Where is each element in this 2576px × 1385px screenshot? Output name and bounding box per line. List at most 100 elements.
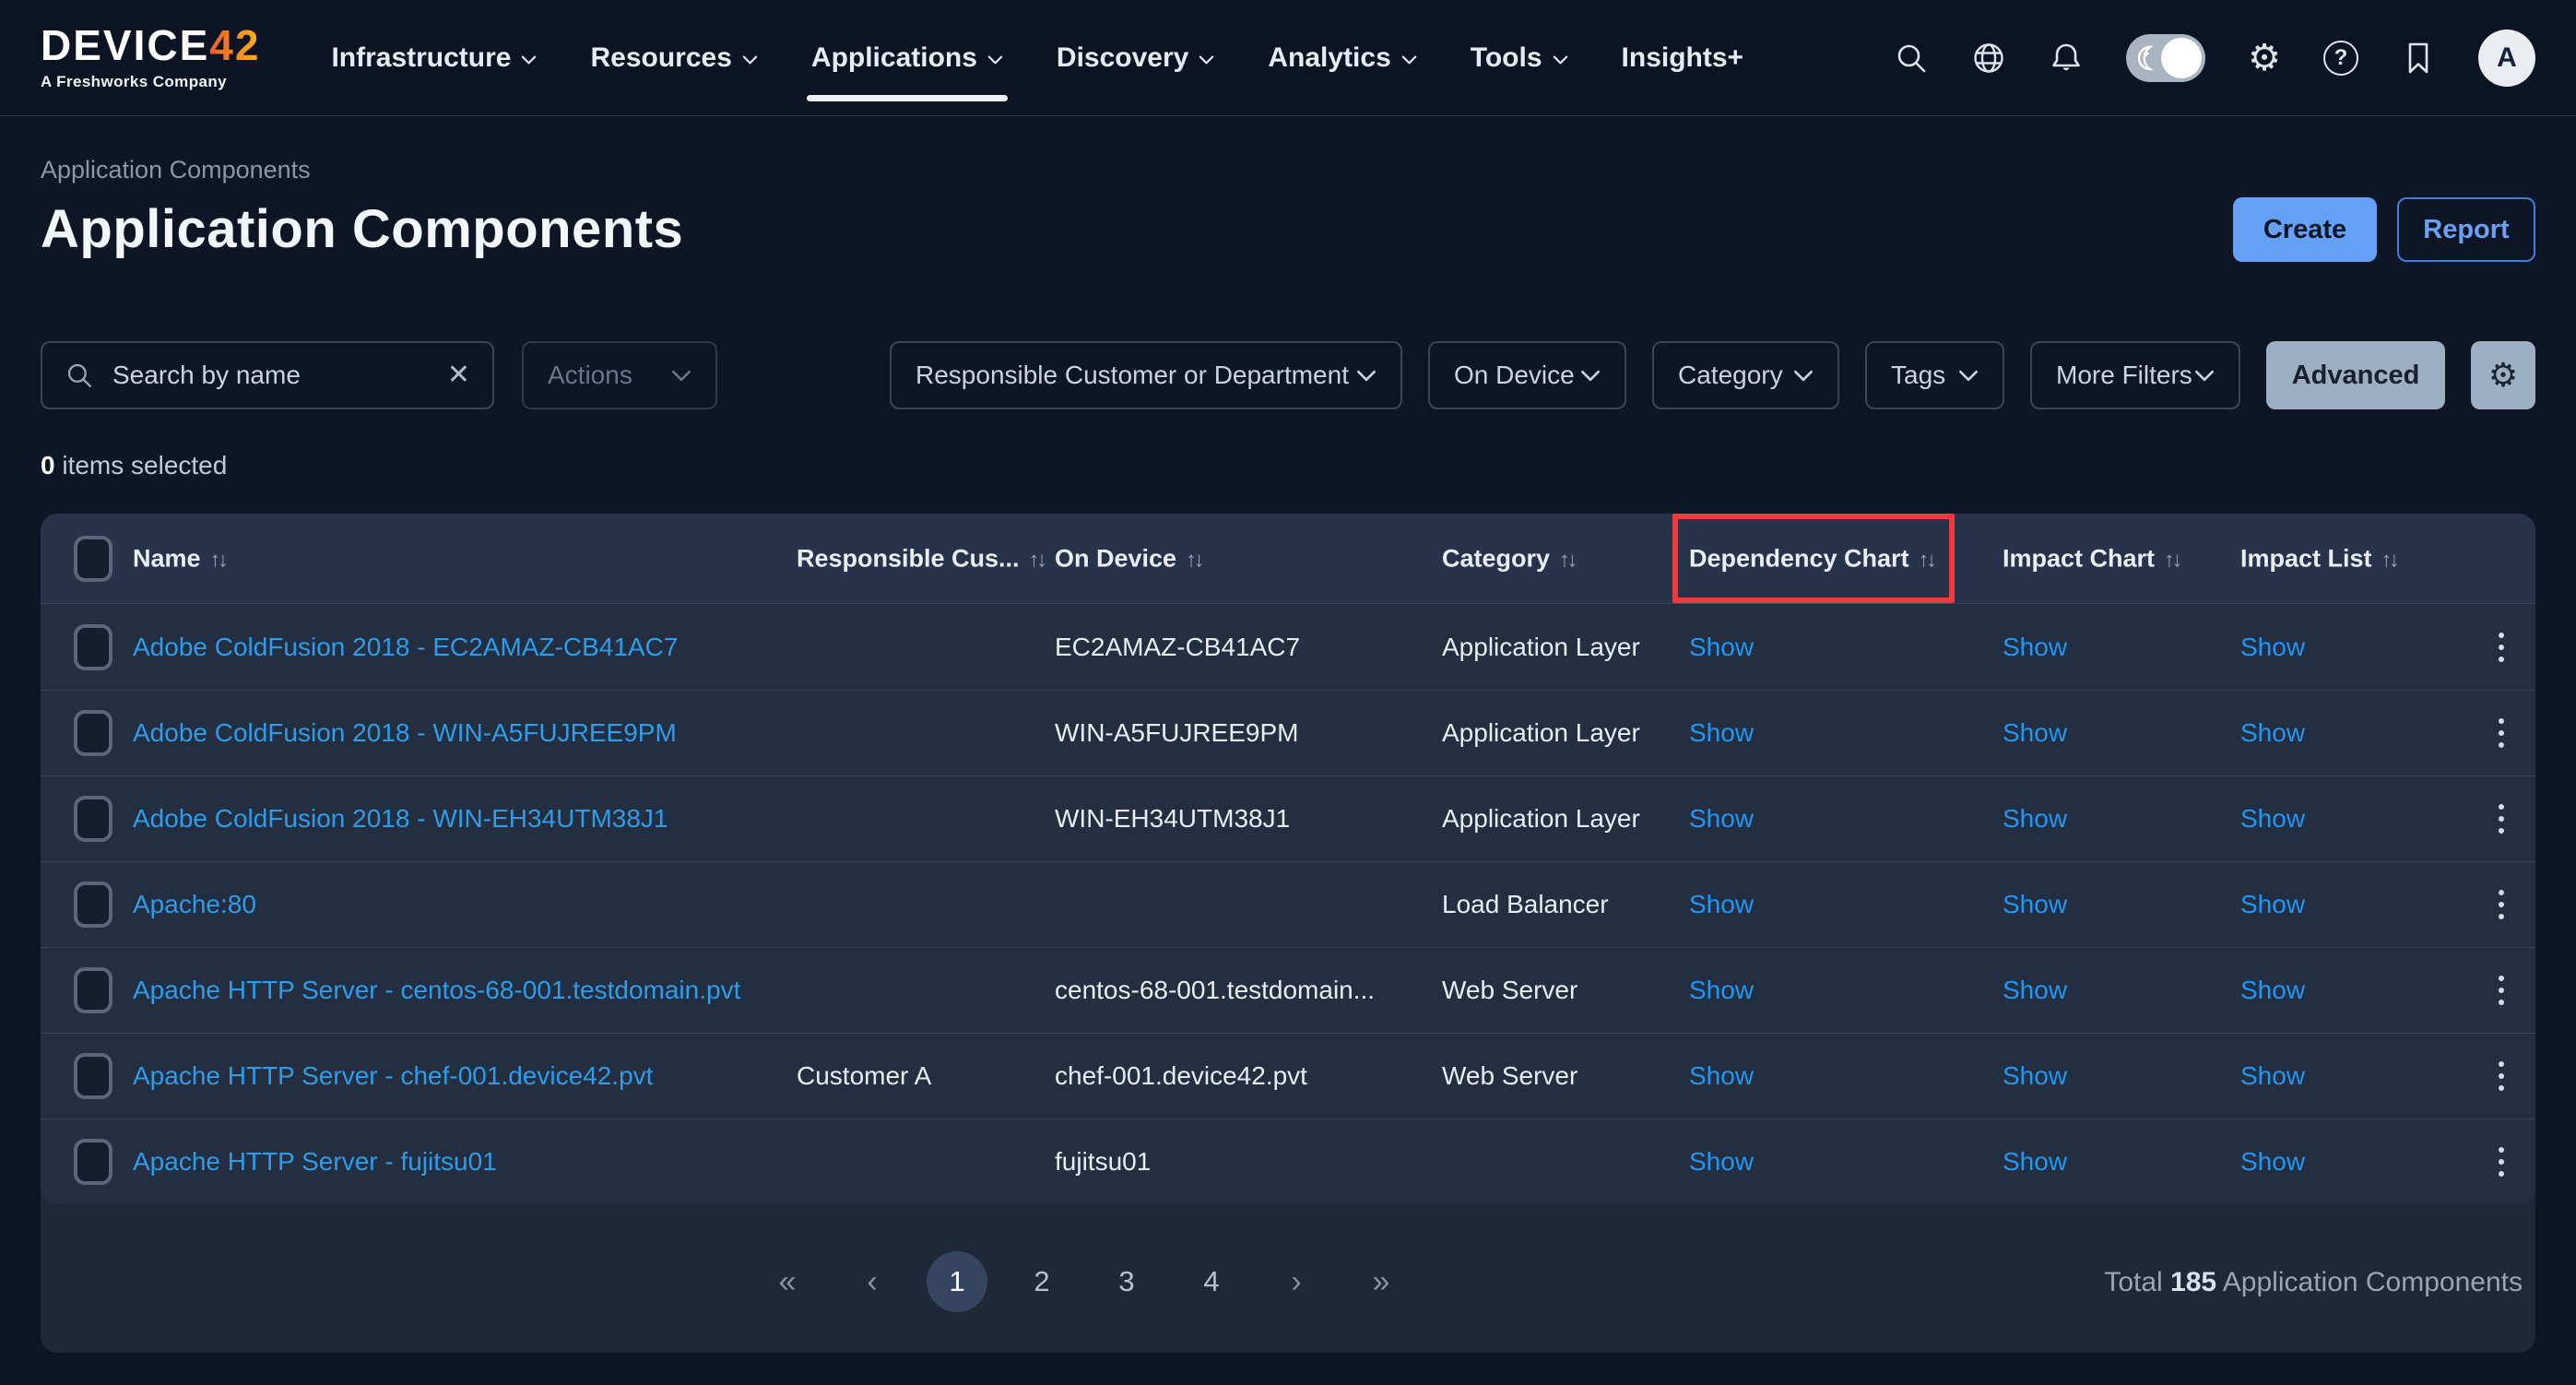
row-actions-menu-icon[interactable]: [2486, 625, 2517, 669]
column-header-responsible-customer[interactable]: Responsible Cus...↑↓: [797, 544, 1045, 573]
pagination-next-button[interactable]: ›: [1254, 1251, 1339, 1312]
nav-analytics[interactable]: Analytics: [1241, 0, 1443, 115]
table-header-row: Name↑↓ Responsible Cus...↑↓ On Device↑↓ …: [41, 514, 2535, 604]
chevron-down-icon: [2194, 370, 2215, 382]
column-header-category[interactable]: Category↑↓: [1442, 544, 1575, 573]
impact-chart-show-link[interactable]: Show: [2003, 804, 2067, 834]
impact-chart-show-link[interactable]: Show: [2003, 1061, 2067, 1091]
impact-list-show-link[interactable]: Show: [2240, 976, 2305, 1005]
nav-discovery[interactable]: Discovery: [1030, 0, 1241, 115]
filter-responsible-customer[interactable]: Responsible Customer or Department: [890, 341, 1402, 409]
sort-icon[interactable]: ↑↓: [2164, 547, 2180, 571]
impact-list-show-link[interactable]: Show: [2240, 1147, 2305, 1177]
pagination-page-4[interactable]: 4: [1169, 1251, 1254, 1312]
sort-icon[interactable]: ↑↓: [1029, 547, 1045, 571]
pagination-prev-button[interactable]: ‹: [830, 1251, 915, 1312]
dependency-chart-show-link[interactable]: Show: [1689, 633, 1754, 662]
search-icon[interactable]: [1894, 41, 1929, 76]
nav-infrastructure[interactable]: Infrastructure: [304, 0, 563, 115]
row-actions-menu-icon[interactable]: [2486, 797, 2517, 841]
create-button[interactable]: Create: [2233, 197, 2377, 262]
sort-icon[interactable]: ↑↓: [1186, 547, 1201, 571]
pagination-page-1[interactable]: 1: [915, 1251, 999, 1312]
pagination-page-2[interactable]: 2: [999, 1251, 1084, 1312]
notifications-bell-icon[interactable]: [2049, 41, 2084, 76]
nav-insights-plus[interactable]: Insights+: [1595, 0, 1771, 115]
nav-tools[interactable]: Tools: [1444, 0, 1595, 115]
row-checkbox[interactable]: [74, 624, 112, 670]
row-checkbox[interactable]: [74, 967, 112, 1013]
dependency-chart-show-link[interactable]: Show: [1689, 804, 1754, 834]
impact-list-show-link[interactable]: Show: [2240, 1061, 2305, 1091]
bookmark-icon[interactable]: [2401, 41, 2436, 76]
selection-status: 0 items selected: [41, 450, 2535, 480]
impact-list-show-link[interactable]: Show: [2240, 890, 2305, 919]
globe-icon[interactable]: [1971, 41, 2006, 76]
column-header-name[interactable]: Name↑↓: [133, 544, 226, 573]
search-input[interactable]: [111, 360, 431, 391]
row-actions-menu-icon[interactable]: [2486, 968, 2517, 1012]
impact-chart-show-link[interactable]: Show: [2003, 1147, 2067, 1177]
pagination-page-3[interactable]: 3: [1084, 1251, 1169, 1312]
pagination-last-button[interactable]: »: [1339, 1251, 1424, 1312]
settings-gear-icon[interactable]: ⚙: [2248, 40, 2281, 77]
row-checkbox[interactable]: [74, 710, 112, 756]
impact-chart-show-link[interactable]: Show: [2003, 718, 2067, 748]
sort-icon[interactable]: ↑↓: [1559, 547, 1575, 571]
row-checkbox[interactable]: [74, 1053, 112, 1099]
clear-search-icon[interactable]: ✕: [447, 361, 470, 389]
dependency-chart-show-link[interactable]: Show: [1689, 890, 1754, 919]
component-name-link[interactable]: Adobe ColdFusion 2018 - WIN-EH34UTM38J1: [133, 804, 668, 834]
filter-tags[interactable]: Tags: [1865, 341, 2004, 409]
total-count-value: 185: [2170, 1267, 2216, 1297]
dependency-chart-show-link[interactable]: Show: [1689, 976, 1754, 1005]
main-content: Application Components Application Compo…: [0, 155, 2576, 1353]
column-header-impact-chart[interactable]: Impact Chart↑↓: [2003, 544, 2180, 573]
help-icon[interactable]: ?: [2323, 41, 2358, 76]
device42-logo[interactable]: DEVICE42 A Freshworks Company: [41, 24, 260, 91]
nav-resources[interactable]: Resources: [563, 0, 784, 115]
impact-chart-show-link[interactable]: Show: [2003, 633, 2067, 662]
report-button[interactable]: Report: [2397, 197, 2535, 262]
row-checkbox[interactable]: [74, 882, 112, 928]
row-checkbox[interactable]: [74, 1139, 112, 1185]
filter-more-filters[interactable]: More Filters: [2030, 341, 2240, 409]
sort-icon[interactable]: ↑↓: [1919, 547, 1934, 571]
select-all-checkbox[interactable]: [74, 536, 112, 582]
column-header-impact-list[interactable]: Impact List↑↓: [2240, 544, 2397, 573]
component-name-link[interactable]: Adobe ColdFusion 2018 - EC2AMAZ-CB41AC7: [133, 633, 678, 662]
pagination-first-button[interactable]: «: [745, 1251, 830, 1312]
impact-list-show-link[interactable]: Show: [2240, 633, 2305, 662]
filter-category[interactable]: Category: [1652, 341, 1839, 409]
dependency-chart-show-link[interactable]: Show: [1689, 1147, 1754, 1177]
main-menu: Infrastructure Resources Applications Di…: [304, 0, 1770, 115]
impact-list-show-link[interactable]: Show: [2240, 718, 2305, 748]
table-settings-gear-button[interactable]: ⚙: [2471, 341, 2535, 409]
nav-applications[interactable]: Applications: [785, 0, 1030, 115]
row-actions-menu-icon[interactable]: [2486, 882, 2517, 927]
dependency-chart-show-link[interactable]: Show: [1689, 1061, 1754, 1091]
impact-list-show-link[interactable]: Show: [2240, 804, 2305, 834]
row-actions-menu-icon[interactable]: [2486, 1140, 2517, 1184]
row-checkbox[interactable]: [74, 796, 112, 842]
dark-mode-toggle[interactable]: [2126, 34, 2205, 82]
sort-icon[interactable]: ↑↓: [2381, 547, 2397, 571]
component-name-link[interactable]: Adobe ColdFusion 2018 - WIN-A5FUJREE9PM: [133, 718, 677, 748]
impact-chart-show-link[interactable]: Show: [2003, 890, 2067, 919]
user-avatar[interactable]: A: [2478, 30, 2535, 87]
row-actions-menu-icon[interactable]: [2486, 711, 2517, 755]
component-name-link[interactable]: Apache HTTP Server - centos-68-001.testd…: [133, 976, 740, 1005]
column-header-dependency-chart[interactable]: Dependency Chart↑↓: [1689, 544, 1934, 573]
row-actions-menu-icon[interactable]: [2486, 1054, 2517, 1098]
component-name-link[interactable]: Apache HTTP Server - chef-001.device42.p…: [133, 1061, 653, 1091]
sort-icon[interactable]: ↑↓: [210, 547, 226, 571]
impact-chart-show-link[interactable]: Show: [2003, 976, 2067, 1005]
component-name-link[interactable]: Apache:80: [133, 890, 256, 919]
advanced-button[interactable]: Advanced: [2266, 341, 2445, 409]
dependency-chart-show-link[interactable]: Show: [1689, 718, 1754, 748]
column-header-on-device[interactable]: On Device↑↓: [1055, 544, 1201, 573]
component-name-link[interactable]: Apache HTTP Server - fujitsu01: [133, 1147, 497, 1177]
actions-dropdown[interactable]: Actions: [522, 341, 717, 409]
category-value: Web Server: [1442, 976, 1578, 1005]
filter-on-device[interactable]: On Device: [1428, 341, 1626, 409]
